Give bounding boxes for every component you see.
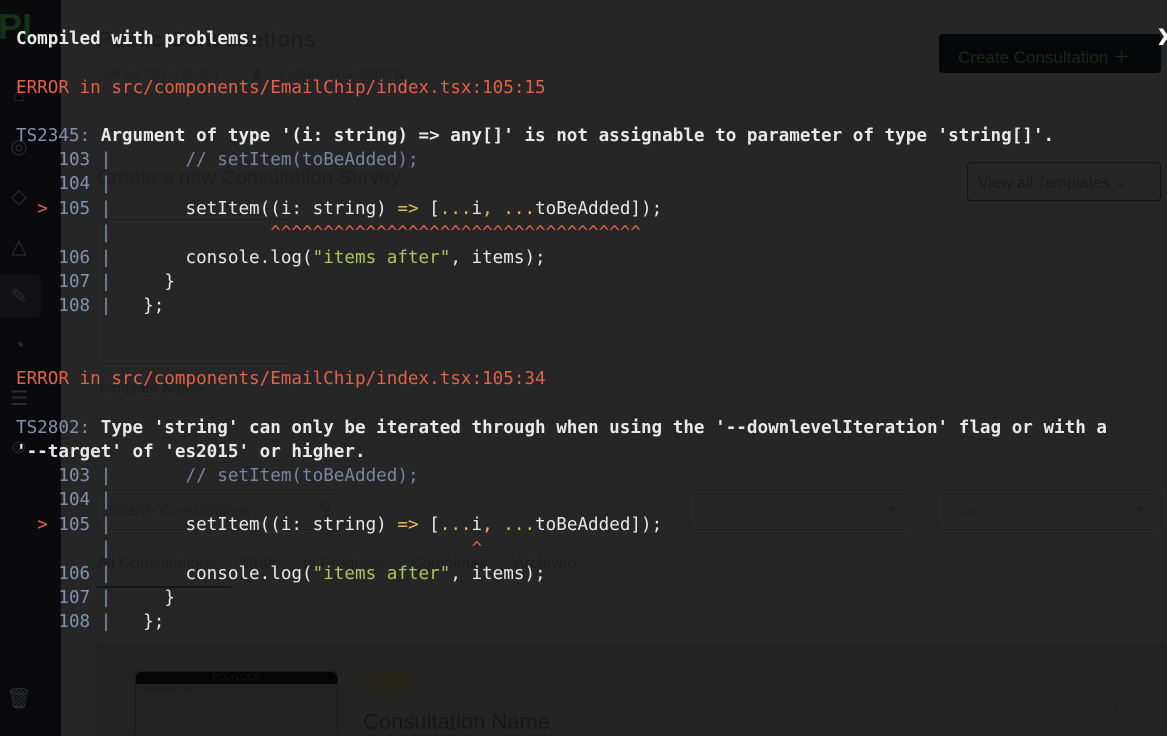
code-token: 108	[58, 296, 91, 316]
error-code: TS2345:	[16, 126, 91, 146]
code-token: ...	[503, 515, 536, 535]
code-token: |	[100, 248, 112, 268]
code-token: |	[100, 466, 112, 486]
code-token: "items after"	[312, 564, 451, 584]
code-token: // setItem(toBeAdded);	[185, 466, 419, 486]
code-token: // setItem(toBeAdded);	[185, 150, 419, 170]
code-token: |	[100, 515, 112, 535]
code-token: |	[100, 564, 112, 584]
code-token: >	[37, 199, 48, 219]
code-token: , items);	[450, 248, 546, 268]
code-token: |	[100, 272, 112, 292]
code-token: =>	[397, 199, 419, 219]
code-line: 106 | console.log("items after", items);	[16, 562, 546, 586]
code-token: 103	[58, 150, 91, 170]
code-token: 105	[58, 199, 91, 219]
code-token: 106	[58, 564, 91, 584]
code-token: i	[471, 515, 483, 535]
caret-line: | ^^^^^^^^^^^^^^^^^^^^^^^^^^^^^^^^^^^	[16, 221, 641, 245]
code-token: |	[100, 588, 112, 608]
code-token: , items);	[450, 564, 546, 584]
code-token: 103	[58, 466, 91, 486]
code-token: setItem((i: string)	[185, 199, 398, 219]
code-token: console.log(	[185, 248, 313, 268]
code-line: 108 | };	[16, 294, 164, 318]
code-line: 107 | }	[16, 586, 175, 610]
code-token: i	[471, 199, 483, 219]
code-token: =>	[397, 515, 419, 535]
error-location: ERROR in src/components/EmailChip/index.…	[16, 369, 546, 389]
code-token: [	[418, 199, 440, 219]
error-message: TS2802: Type 'string' can only be iterat…	[16, 416, 1107, 440]
code-token: console.log(	[185, 564, 313, 584]
code-line: 103 | // setItem(toBeAdded);	[16, 148, 419, 172]
code-line: 103 | // setItem(toBeAdded);	[16, 464, 419, 488]
code-token: "items after"	[312, 248, 451, 268]
code-line: 106 | console.log("items after", items);	[16, 246, 546, 270]
code-token: |	[100, 490, 112, 510]
error-text: Type 'string' can only be iterated throu…	[90, 418, 1108, 438]
code-token: ^	[471, 539, 483, 559]
close-overlay-button[interactable]: X	[1158, 26, 1167, 51]
code-token: 104	[58, 174, 91, 194]
code-token: ...	[439, 515, 472, 535]
error-overlay: Compiled with problems: X ERROR in src/c…	[0, 0, 1167, 736]
error-message-continued: '--target' of 'es2015' or higher.	[16, 442, 366, 462]
error-location: ERROR in src/components/EmailChip/index.…	[16, 78, 546, 98]
code-token: 107	[58, 588, 91, 608]
code-token: ...	[503, 199, 536, 219]
error-message: TS2345: Argument of type '(i: string) =>…	[16, 124, 1054, 148]
code-token: |	[100, 174, 112, 194]
caret-line: | ^	[16, 537, 482, 561]
code-token: };	[143, 612, 165, 632]
code-token: |	[100, 539, 112, 559]
code-token: }	[164, 272, 175, 292]
error-code: TS2802:	[16, 418, 91, 438]
error-text: Argument of type '(i: string) => any[]' …	[90, 126, 1055, 146]
code-line: 104 |	[16, 172, 111, 196]
code-token: |	[100, 296, 112, 316]
code-token: |	[100, 199, 112, 219]
code-token: ^^^^^^^^^^^^^^^^^^^^^^^^^^^^^^^^^^^	[270, 223, 641, 243]
code-token: toBeAdded]);	[535, 199, 663, 219]
code-token: 108	[58, 612, 91, 632]
code-token: toBeAdded]);	[535, 515, 663, 535]
code-token: setItem((i: string)	[185, 515, 398, 535]
code-token: ...	[439, 199, 472, 219]
code-line-highlighted: > 105 | setItem((i: string) => [...i, ..…	[16, 197, 662, 221]
code-token: |	[100, 612, 112, 632]
code-token: [	[418, 515, 440, 535]
overlay-heading: Compiled with problems:	[16, 29, 260, 49]
code-token: 104	[58, 490, 91, 510]
code-line: 107 | }	[16, 270, 175, 294]
code-line: 104 |	[16, 488, 111, 512]
code-line-highlighted: > 105 | setItem((i: string) => [...i, ..…	[16, 513, 662, 537]
code-token: }	[164, 588, 175, 608]
code-token: >	[37, 515, 48, 535]
code-token: 107	[58, 272, 91, 292]
code-token: ,	[482, 199, 504, 219]
code-token: 106	[58, 248, 91, 268]
code-token: |	[100, 223, 112, 243]
code-line: 108 | };	[16, 610, 164, 634]
code-token: |	[100, 150, 112, 170]
code-token: ,	[482, 515, 504, 535]
code-token: 105	[58, 515, 91, 535]
code-token: };	[143, 296, 165, 316]
